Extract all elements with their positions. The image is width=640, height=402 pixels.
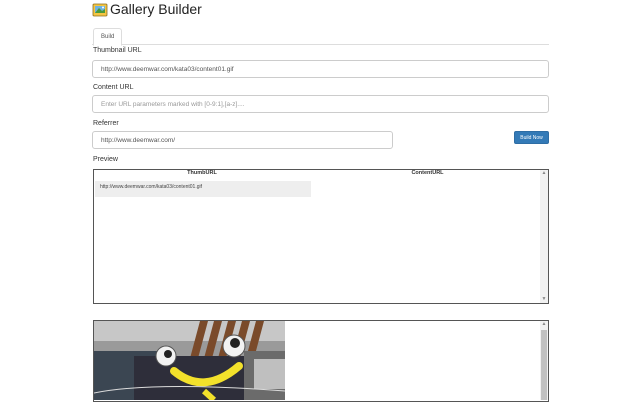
tab-build[interactable]: Build [93,28,123,46]
referrer-label: Referrer [93,120,119,127]
tab-bar-divider [92,44,549,45]
build-now-button[interactable]: Build Now [514,131,549,144]
column-header-thumburl: ThumbURL [187,170,217,176]
gallery-builder-logo-icon [92,2,108,18]
preview-label: Preview [93,156,118,163]
content-url-label: Content URL [93,84,134,91]
content-url-input[interactable]: Enter URL parameters marked with [0-9:1]… [92,95,549,113]
thumbnail-url-label: Thumbnail URL [93,47,142,54]
column-header-contenturl: ContentURL [411,170,444,176]
preview-scrollbar[interactable] [540,170,548,303]
scroll-up-arrow-icon[interactable]: ▲ [540,321,548,327]
image-preview-scroll-thumb[interactable] [541,330,547,400]
scroll-down-arrow-icon[interactable]: ▼ [540,296,548,302]
scroll-up-arrow-icon[interactable]: ▲ [540,170,548,176]
app-title: Gallery Builder [110,1,202,17]
table-cell-thumburl: http://www.deemwar.com/kata03/content01.… [100,184,202,190]
thumbnail-url-input[interactable]: http://www.deemwar.com/kata03/content01.… [92,60,549,78]
content-preview-image [94,321,285,400]
referrer-input[interactable]: http://www.deemwar.com/ [92,131,393,149]
